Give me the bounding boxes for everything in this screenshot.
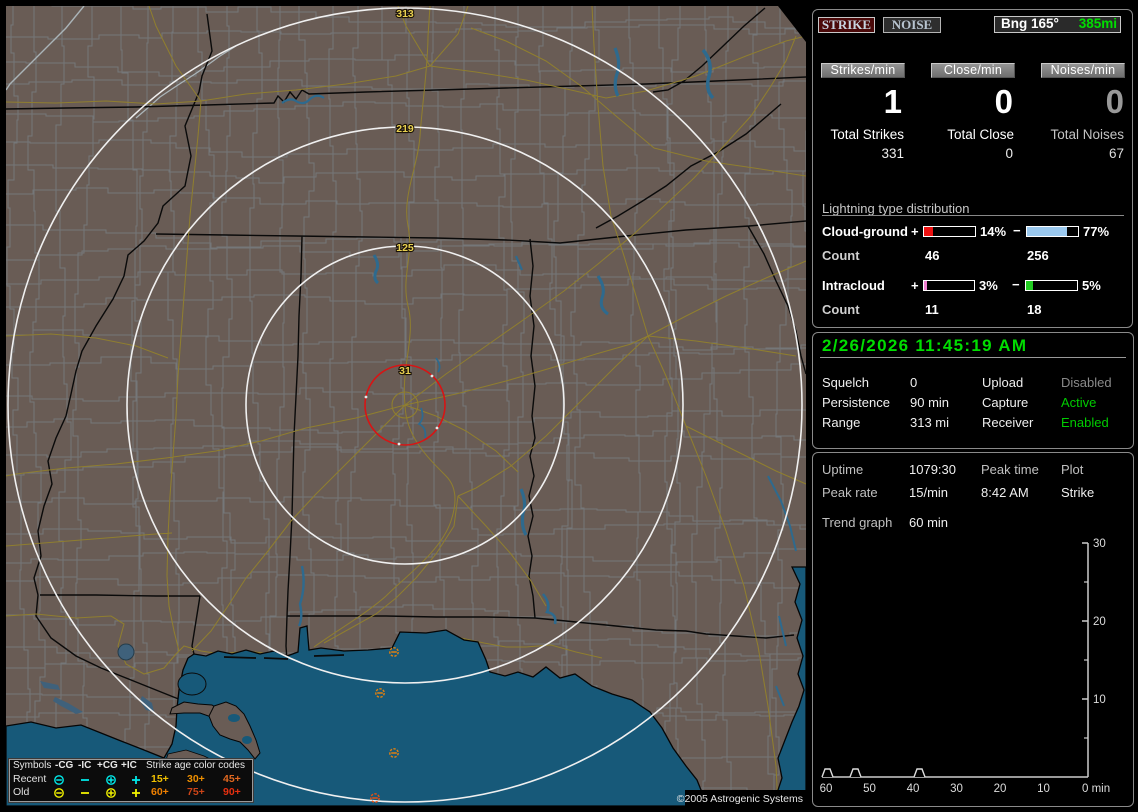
svg-text:50: 50 [863,783,876,795]
svg-text:30: 30 [950,783,963,795]
svg-text:©2005 Astrogenic Systems: ©2005 Astrogenic Systems [677,793,803,805]
svg-text:10: 10 [1093,694,1106,706]
svg-text:30: 30 [1093,538,1106,550]
svg-text:313: 313 [396,8,414,20]
svg-text:219: 219 [396,123,414,135]
svg-text:10: 10 [1037,783,1050,795]
svg-text:40: 40 [907,783,920,795]
svg-text:20: 20 [994,783,1007,795]
svg-text:20: 20 [1093,616,1106,628]
svg-text:31: 31 [399,365,411,377]
svg-text:0 min: 0 min [1082,783,1110,795]
svg-text:60: 60 [820,783,833,795]
svg-text:125: 125 [396,242,414,254]
